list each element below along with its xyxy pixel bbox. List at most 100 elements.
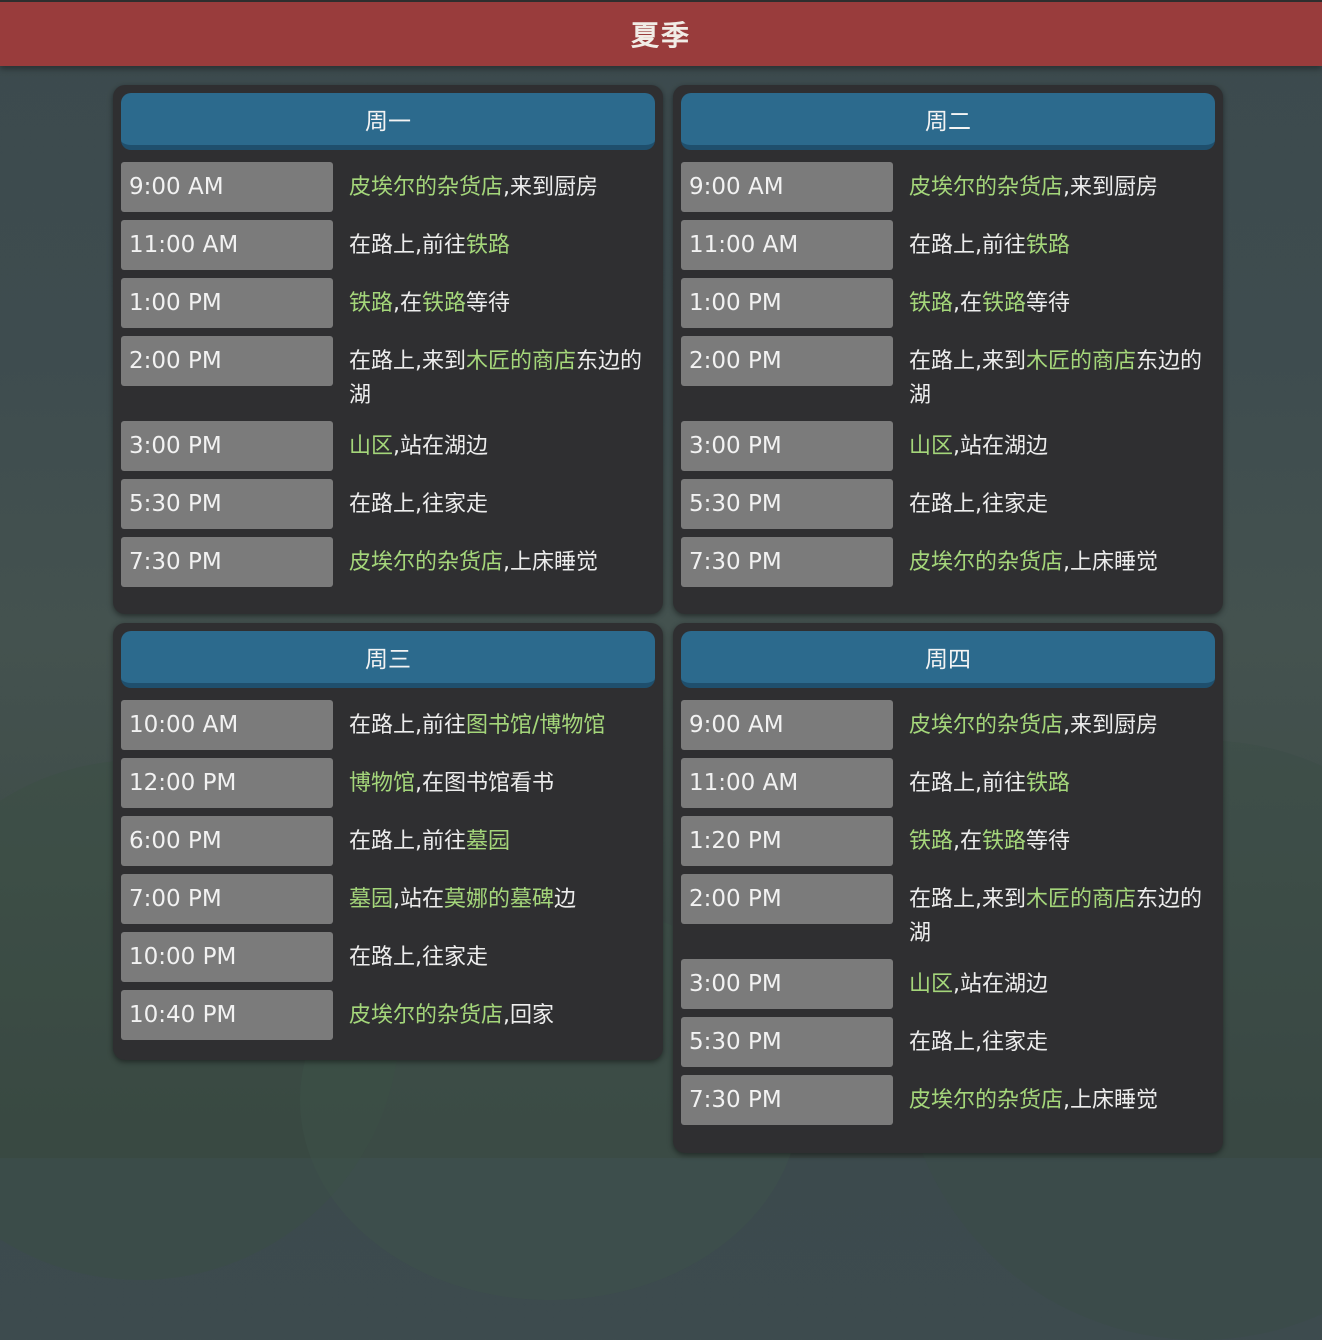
schedule-row: 2:00 PM 在路上,来到木匠的商店东边的湖: [121, 336, 655, 413]
location-name: 铁路: [1026, 233, 1071, 258]
activity-text: 在路上,来到: [349, 349, 466, 374]
activity-text: 在路上,来到: [909, 887, 1026, 912]
schedule-row: 3:00 PM 山区,站在湖边: [681, 959, 1215, 1009]
activity-text: 在路上,往家走: [349, 492, 488, 517]
schedule-activity: 山区,站在湖边: [349, 421, 649, 464]
schedule-row: 10:40 PM 皮埃尔的杂货店,回家: [121, 990, 655, 1040]
schedule-time: 7:30 PM: [681, 537, 893, 587]
schedule-activity: 皮埃尔的杂货店,上床睡觉: [909, 1075, 1209, 1118]
location-name: 木匠的商店: [466, 349, 577, 374]
activity-text: ,来到厨房: [1063, 713, 1159, 738]
schedule-row: 1:00 PM 铁路,在铁路等待: [681, 278, 1215, 328]
schedule-row: 1:00 PM 铁路,在铁路等待: [121, 278, 655, 328]
location-name: 皮埃尔的杂货店: [349, 550, 504, 575]
schedule-activity: 在路上,往家走: [349, 932, 649, 975]
schedule-activity: 皮埃尔的杂货店,来到厨房: [909, 162, 1209, 205]
schedule-activity: 在路上,往家走: [349, 479, 649, 522]
schedule-row: 9:00 AM 皮埃尔的杂货店,来到厨房: [121, 162, 655, 212]
schedule-time: 11:00 AM: [121, 220, 333, 270]
schedule-row: 12:00 PM 博物馆,在图书馆看书: [121, 758, 655, 808]
schedule-activity: 铁路,在铁路等待: [909, 816, 1209, 859]
location-name: 皮埃尔的杂货店: [909, 175, 1064, 200]
location-name: 铁路: [982, 291, 1027, 316]
schedule-row: 3:00 PM 山区,站在湖边: [121, 421, 655, 471]
location-name: 墓园: [466, 829, 511, 854]
schedule-row: 3:00 PM 山区,站在湖边: [681, 421, 1215, 471]
schedule-time: 1:00 PM: [121, 278, 333, 328]
location-name: 铁路: [909, 829, 954, 854]
location-name: 皮埃尔的杂货店: [909, 1088, 1064, 1113]
schedule-row: 1:20 PM 铁路,在铁路等待: [681, 816, 1215, 866]
schedule-row: 10:00 PM 在路上,往家走: [121, 932, 655, 982]
season-title: 夏季: [630, 19, 691, 52]
location-name: 铁路: [909, 291, 954, 316]
schedule-time: 6:00 PM: [121, 816, 333, 866]
schedule-card-monday: 周一 9:00 AM 皮埃尔的杂货店,来到厨房 11:00 AM 在路上,前往铁路 1:…: [113, 85, 663, 614]
activity-text: 在路上,往家走: [909, 492, 1048, 517]
schedule-rows: 10:00 AM 在路上,前往图书馆/博物馆 12:00 PM 博物馆,在图书馆看书 6…: [121, 700, 655, 1040]
schedule-activity: 在路上,往家走: [909, 479, 1209, 522]
schedule-time: 5:30 PM: [121, 479, 333, 529]
schedule-row: 2:00 PM 在路上,来到木匠的商店东边的湖: [681, 336, 1215, 413]
activity-text: 边: [554, 887, 577, 912]
schedule-activity: 在路上,往家走: [909, 1017, 1209, 1060]
schedule-activity: 皮埃尔的杂货店,上床睡觉: [349, 537, 649, 580]
schedule-time: 9:00 AM: [121, 162, 333, 212]
activity-text: 在路上,往家走: [349, 945, 488, 970]
schedule-time: 10:00 AM: [121, 700, 333, 750]
location-name: 皮埃尔的杂货店: [909, 550, 1064, 575]
schedule-card-thursday: 周四 9:00 AM 皮埃尔的杂货店,来到厨房 11:00 AM 在路上,前往铁路 1:…: [673, 623, 1223, 1153]
activity-text: 等待: [466, 291, 511, 316]
activity-text: 在路上,前往: [909, 233, 1026, 258]
location-name: 铁路: [982, 829, 1027, 854]
schedule-activity: 在路上,来到木匠的商店东边的湖: [909, 874, 1209, 951]
schedule-rows: 9:00 AM 皮埃尔的杂货店,来到厨房 11:00 AM 在路上,前往铁路 1:20 …: [681, 700, 1215, 1125]
schedule-row: 2:00 PM 在路上,来到木匠的商店东边的湖: [681, 874, 1215, 951]
activity-text: 在路上,来到: [909, 349, 1026, 374]
schedule-time: 10:00 PM: [121, 932, 333, 982]
location-name: 铁路: [422, 291, 467, 316]
schedule-activity: 在路上,前往铁路: [909, 220, 1209, 263]
activity-text: ,站在: [393, 887, 445, 912]
location-name: 铁路: [466, 233, 511, 258]
schedule-row: 10:00 AM 在路上,前往图书馆/博物馆: [121, 700, 655, 750]
activity-text: ,上床睡觉: [503, 550, 599, 575]
schedule-time: 3:00 PM: [681, 421, 893, 471]
schedule-activity: 皮埃尔的杂货店,回家: [349, 990, 649, 1033]
activity-text: 在路上,前往: [909, 771, 1026, 796]
location-name: 木匠的商店: [1026, 349, 1137, 374]
schedule-activity: 在路上,前往墓园: [349, 816, 649, 859]
schedule-time: 9:00 AM: [681, 162, 893, 212]
location-name: 山区: [349, 434, 394, 459]
activity-text: ,在: [393, 291, 423, 316]
activity-text: ,上床睡觉: [1063, 550, 1159, 575]
schedule-time: 3:00 PM: [681, 959, 893, 1009]
schedule-activity: 在路上,来到木匠的商店东边的湖: [349, 336, 649, 413]
schedule-activity: 山区,站在湖边: [909, 421, 1209, 464]
season-title-bar: 夏季: [0, 0, 1322, 66]
schedule-card-tuesday: 周二 9:00 AM 皮埃尔的杂货店,来到厨房 11:00 AM 在路上,前往铁路 1:…: [673, 85, 1223, 614]
location-name: 莫娜的墓碑: [444, 887, 555, 912]
activity-text: ,站在湖边: [953, 434, 1049, 459]
activity-text: ,在: [953, 829, 983, 854]
location-name: 皮埃尔的杂货店: [349, 175, 504, 200]
schedule-row: 7:30 PM 皮埃尔的杂货店,上床睡觉: [121, 537, 655, 587]
schedule-time: 7:30 PM: [121, 537, 333, 587]
activity-text: ,来到厨房: [1063, 175, 1159, 200]
activity-text: ,回家: [503, 1003, 555, 1028]
activity-text: 等待: [1026, 829, 1071, 854]
schedule-time: 5:30 PM: [681, 1017, 893, 1067]
schedule-row: 5:30 PM 在路上,往家走: [681, 1017, 1215, 1067]
schedule-row: 7:00 PM 墓园,站在莫娜的墓碑边: [121, 874, 655, 924]
schedule-row: 9:00 AM 皮埃尔的杂货店,来到厨房: [681, 700, 1215, 750]
schedule-time: 2:00 PM: [121, 336, 333, 386]
schedule-activity: 在路上,前往铁路: [909, 758, 1209, 801]
schedule-time: 10:40 PM: [121, 990, 333, 1040]
activity-text: 等待: [1026, 291, 1071, 316]
schedule-time: 1:20 PM: [681, 816, 893, 866]
activity-text: ,站在湖边: [393, 434, 489, 459]
schedule-time: 5:30 PM: [681, 479, 893, 529]
activity-text: ,站在湖边: [953, 972, 1049, 997]
activity-text: 在路上,前往: [349, 829, 466, 854]
day-header: 周一: [121, 93, 655, 150]
